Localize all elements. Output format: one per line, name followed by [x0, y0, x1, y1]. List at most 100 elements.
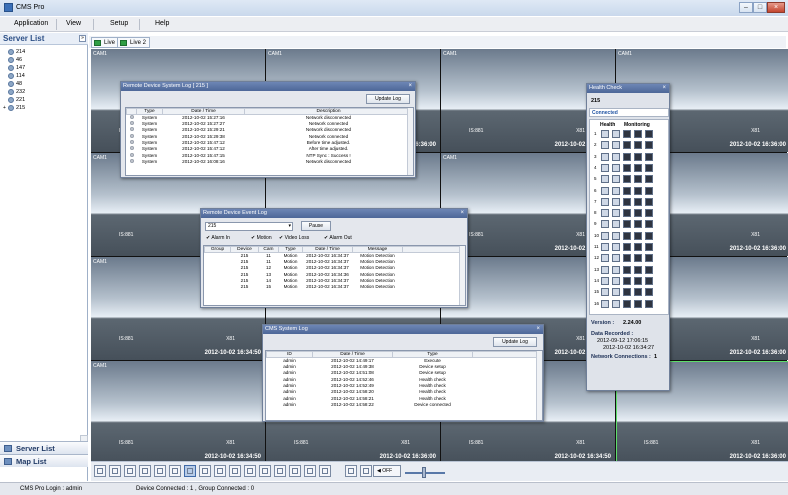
motion-icon	[634, 288, 642, 297]
remote-system-log-window: Remote Device System Log [ 215 ] × Updat…	[120, 81, 416, 178]
volume-slider-thumb[interactable]	[422, 467, 426, 478]
filter-alarm-out[interactable]: ✔ Alarm Out	[324, 235, 352, 241]
layout-100-button[interactable]	[289, 465, 301, 477]
table-row[interactable]: 215 15 Motion 2012-10-02 16:34:37 Motion Det…	[205, 284, 465, 290]
table-cell: 2012-10-02 16:34:37	[306, 265, 349, 271]
motion-icon	[634, 175, 642, 184]
camera-check-icon	[601, 220, 609, 229]
close-button[interactable]: ×	[767, 2, 785, 13]
signal-icon	[612, 163, 620, 172]
speaker-toggle[interactable]: ◀ OFF	[373, 465, 401, 477]
health-channel-row: 13	[594, 265, 660, 275]
tree-node-147[interactable]: 147	[3, 64, 25, 72]
table-cell: System	[141, 158, 158, 164]
camera-overlay-text: X81	[751, 440, 760, 446]
menu-help[interactable]: Help	[155, 20, 169, 27]
status-dot-icon	[129, 121, 134, 126]
layout-1-button[interactable]	[94, 465, 106, 477]
tree-node-232[interactable]: 232	[3, 88, 25, 96]
alarm-icon	[645, 220, 653, 229]
filter-video-loss[interactable]: ✔ Video Loss	[279, 235, 309, 241]
close-icon[interactable]: ×	[460, 209, 464, 218]
minimize-button[interactable]: –	[739, 2, 753, 13]
update-log-button[interactable]: Update Log	[366, 94, 410, 104]
layout-20-button[interactable]	[199, 465, 211, 477]
connection-status: Device Connected : 1 , Group Connected :…	[136, 486, 255, 492]
camera-label: CAM1	[268, 51, 282, 57]
tab-monitoring[interactable]: Monitoring	[624, 122, 650, 128]
login-status: CMS Pro Login : admin	[20, 486, 83, 492]
sequence-button[interactable]	[304, 465, 316, 477]
event-log-scrollbar[interactable]	[459, 246, 465, 305]
camera-check-icon	[601, 186, 609, 195]
fullscreen-icon[interactable]	[319, 465, 331, 477]
alarm-icon[interactable]	[345, 465, 357, 477]
maximize-button[interactable]: □	[753, 2, 767, 13]
tree-node-114[interactable]: 114	[3, 72, 25, 80]
server-icon	[8, 72, 14, 79]
layout-16-button[interactable]	[184, 465, 196, 477]
filter-motion[interactable]: ✔ Motion	[251, 235, 272, 241]
tab-health[interactable]: Health	[600, 122, 615, 128]
server-icon	[8, 48, 14, 55]
system-log-scrollbar[interactable]	[407, 108, 413, 175]
layout-64-button[interactable]	[259, 465, 271, 477]
table-cell: 2012-10-02 16:34:37	[306, 278, 349, 284]
menu-setup[interactable]: Setup	[110, 20, 128, 27]
alarm-icon	[645, 152, 653, 161]
motion-icon	[634, 231, 642, 240]
table-row[interactable]: admin 2012-10-02 14:58:22 Device connected	[267, 402, 542, 408]
tree-node-215[interactable]: +215	[3, 104, 25, 112]
signal-icon	[612, 243, 620, 251]
close-icon[interactable]: ×	[408, 82, 412, 91]
tab-live-2[interactable]: Live 2	[117, 37, 151, 48]
signal-icon	[612, 231, 620, 240]
channel-number: 16	[594, 300, 600, 306]
layout-25-button[interactable]	[214, 465, 226, 477]
tree-node-214[interactable]: 214	[3, 48, 25, 56]
channel-number: 10	[594, 232, 600, 238]
update-log-button[interactable]: Update Log	[493, 337, 537, 347]
layout-81-button[interactable]	[274, 465, 286, 477]
disk-icon	[623, 243, 631, 251]
menu-application[interactable]: Application	[14, 20, 48, 27]
server-icon	[8, 88, 14, 95]
live-icon	[94, 40, 101, 46]
data-recorded-label: Data Recorded :	[591, 331, 634, 337]
pause-button[interactable]: Pause	[301, 221, 331, 231]
alarm-icon	[645, 276, 653, 285]
layout-8-button[interactable]	[139, 465, 151, 477]
tree-node-48[interactable]: 48	[3, 80, 25, 88]
device-select[interactable]: 215 ▾	[205, 222, 293, 231]
layout-10-button[interactable]	[169, 465, 181, 477]
layout-9-button[interactable]	[154, 465, 166, 477]
layout-36-button[interactable]	[229, 465, 241, 477]
close-icon[interactable]: ×	[662, 84, 666, 93]
cms-system-log-window: CMS System Log × Update Log ID Date / Ti…	[262, 324, 544, 422]
filter-alarm-in[interactable]: ✔ Alarm In	[206, 235, 230, 241]
table-cell	[403, 284, 465, 290]
disk-icon	[623, 186, 631, 195]
motion-icon	[634, 254, 642, 263]
table-row[interactable]: System 2012-10-02 16:08:16 Network disconn…	[127, 158, 413, 165]
menu-view[interactable]: View	[66, 20, 81, 27]
channel-number: 6	[594, 187, 597, 193]
window-title: CMS System Log	[263, 325, 543, 334]
layout-4-button[interactable]	[109, 465, 121, 477]
layout-49-button[interactable]	[244, 465, 256, 477]
close-icon[interactable]: ×	[536, 325, 540, 334]
camera-label: CAM1	[93, 259, 107, 265]
pin-icon[interactable]: »	[79, 35, 86, 42]
tree-node-221[interactable]: 221	[3, 96, 25, 104]
sidebar-tab-map-list[interactable]: Map List	[0, 454, 88, 467]
camera-tile[interactable]: CAM1 IS:881 X81 2012-10-02 16:34:50	[91, 361, 265, 464]
channel-number: 2	[594, 142, 597, 148]
sidebar-tab-server-list[interactable]: Server List	[0, 441, 88, 454]
record-icon[interactable]	[360, 465, 372, 477]
tree-node-46[interactable]: 46	[3, 56, 25, 64]
layout-6-button[interactable]	[124, 465, 136, 477]
cms-log-scrollbar[interactable]	[536, 351, 542, 420]
camera-overlay-text: X81	[751, 232, 760, 238]
live-tab-bar: Live 1 Live 2	[89, 36, 786, 48]
disk-icon	[623, 197, 631, 206]
